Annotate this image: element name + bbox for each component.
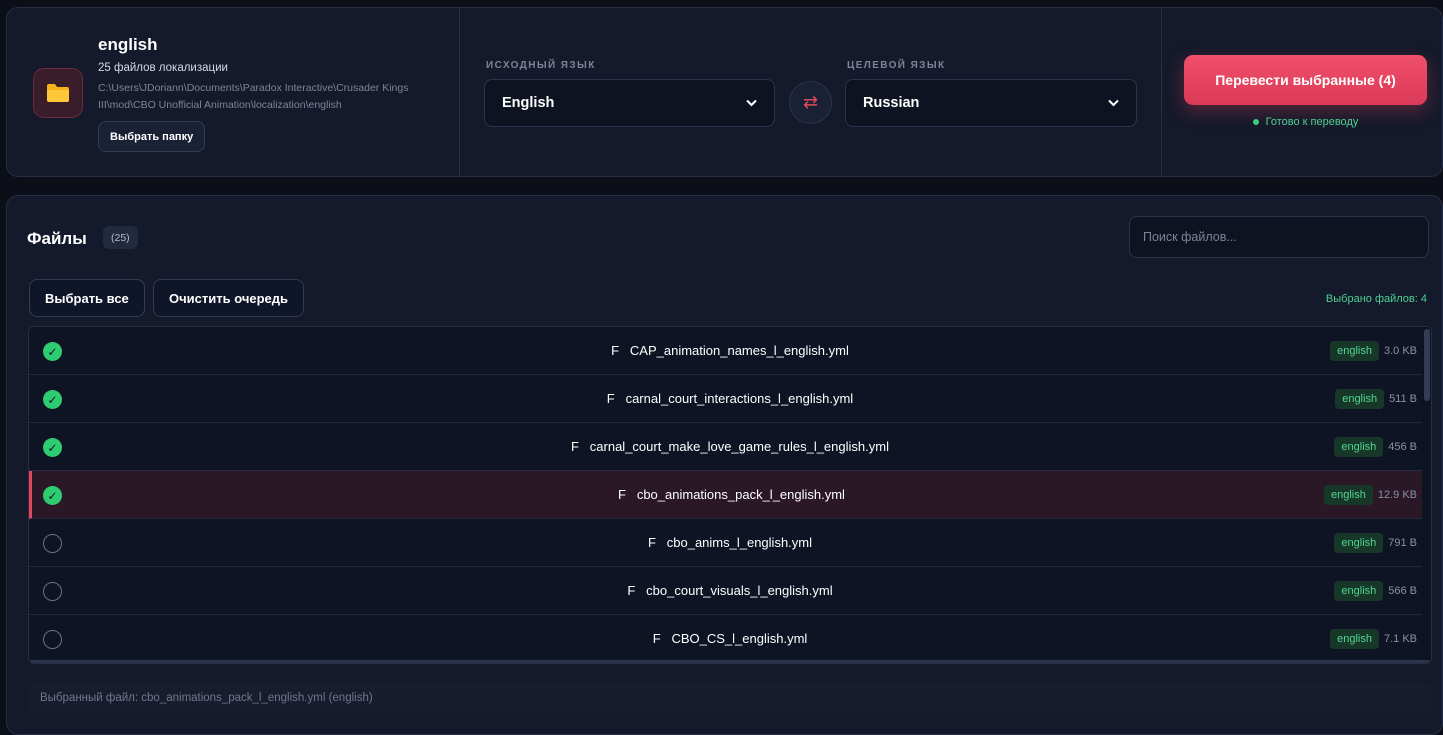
file-name: F cbo_animations_pack_l_english.yml: [618, 487, 845, 502]
file-meta: english 566 B: [1334, 581, 1417, 601]
file-name: F cbo_anims_l_english.yml: [647, 535, 813, 550]
status-dot: [1252, 119, 1259, 125]
file-meta: english 511 B: [1335, 389, 1417, 409]
file-meta: english 7.1 KB: [1330, 629, 1417, 649]
checkmark-icon[interactable]: ✓: [43, 390, 62, 409]
file-language-tag: english: [1330, 341, 1379, 361]
file-name: F CAP_animation_names_l_english.yml: [611, 343, 849, 358]
file-language-tag: english: [1330, 629, 1379, 649]
file-meta: english 12.9 KB: [1324, 485, 1417, 505]
folder-name: english: [98, 35, 158, 54]
file-row[interactable]: F CBO_CS_l_english.yml english 7.1 KB: [29, 615, 1431, 663]
select-all-button[interactable]: Выбрать все: [29, 279, 145, 317]
status-text: Готово к переводу: [1265, 116, 1359, 128]
file-size: 566 B: [1388, 585, 1417, 597]
target-language-label: ЦЕЛЕВОЙ ЯЗЫК: [847, 60, 946, 71]
source-language-select[interactable]: English: [484, 79, 775, 127]
file-size: 791 B: [1388, 537, 1417, 549]
action-section: Перевести выбранные (4) Готово к перевод…: [1162, 8, 1442, 176]
unchecked-circle-icon[interactable]: [43, 582, 62, 601]
checkmark-icon[interactable]: ✓: [43, 438, 62, 457]
selected-file-footer: Выбранный файл: cbo_animations_pack_l_en…: [28, 683, 1432, 713]
file-size: 7.1 KB: [1383, 633, 1417, 645]
checkmark-icon[interactable]: ✓: [43, 342, 62, 361]
top-panel: english 25 файлов локализации C:\Users\J…: [6, 7, 1443, 177]
file-row[interactable]: F cbo_court_visuals_l_english.yml english…: [29, 567, 1431, 615]
file-language-tag: english: [1334, 437, 1384, 457]
file-size: 3.0 KB: [1383, 345, 1417, 357]
selected-files-count: Выбрано файлов: 4: [1325, 293, 1427, 305]
target-language-value: Russian: [863, 95, 920, 111]
swap-languages-button[interactable]: ⇄: [789, 81, 832, 124]
chevron-down-icon: [746, 99, 757, 107]
folder-section: english 25 файлов локализации C:\Users\J…: [7, 8, 460, 176]
file-meta: english 456 B: [1334, 437, 1417, 457]
folder-path: C:\Users\JDoriann\Documents\Paradox Inte…: [98, 82, 409, 111]
file-name: F CBO_CS_l_english.yml: [652, 631, 808, 646]
files-title: Файлы: [27, 229, 87, 248]
file-size: 511 B: [1389, 393, 1417, 405]
file-list: ✓ F CAP_animation_names_l_english.yml engl…: [28, 326, 1432, 664]
file-language-tag: english: [1334, 581, 1384, 601]
choose-folder-button[interactable]: Выбрать папку: [98, 121, 206, 152]
file-row[interactable]: ✓ F carnal_court_interactions_l_english.y…: [29, 375, 1431, 423]
checkmark-icon[interactable]: ✓: [43, 486, 62, 505]
files-count-badge: (25): [103, 226, 138, 249]
search-files-input[interactable]: [1129, 216, 1429, 258]
horizontal-scrollbar[interactable]: [29, 660, 1431, 663]
file-size: 456 B: [1388, 441, 1417, 453]
file-name: F carnal_court_interactions_l_english.ym…: [606, 391, 854, 406]
source-language-label: ИСХОДНЫЙ ЯЗЫК: [486, 60, 596, 71]
folder-file-count: 25 файлов локализации: [98, 62, 228, 74]
target-language-select[interactable]: Russian: [845, 79, 1137, 127]
file-row[interactable]: ✓ F carnal_court_make_love_game_rules_l_e…: [29, 423, 1431, 471]
file-size: 12.9 KB: [1377, 489, 1417, 501]
language-section: ИСХОДНЫЙ ЯЗЫК English ⇄ ЦЕЛЕВОЙ ЯЗЫК Rus…: [460, 8, 1162, 176]
status-indicator: Готово к переводу: [1184, 116, 1427, 128]
file-row[interactable]: ✓ F cbo_animations_pack_l_english.yml engl…: [29, 471, 1431, 519]
file-row[interactable]: F cbo_anims_l_english.yml english 791 B: [29, 519, 1431, 567]
file-meta: english 791 B: [1334, 533, 1417, 553]
file-language-tag: english: [1324, 485, 1373, 505]
scrollbar[interactable]: [1422, 327, 1431, 663]
clear-queue-button[interactable]: Очистить очередь: [153, 279, 305, 317]
files-panel: Файлы (25) Выбрать все Очистить очередь …: [6, 195, 1443, 735]
file-name: F carnal_court_make_love_game_rules_l_en…: [571, 439, 889, 454]
unchecked-circle-icon[interactable]: [43, 534, 62, 553]
file-row[interactable]: ✓ F CAP_animation_names_l_english.yml engl…: [29, 327, 1431, 375]
file-name: F cbo_court_visuals_l_english.yml: [627, 583, 833, 598]
source-language-value: English: [502, 95, 555, 111]
file-meta: english 3.0 KB: [1330, 341, 1417, 361]
scrollbar-thumb[interactable]: [1424, 329, 1430, 401]
unchecked-circle-icon[interactable]: [43, 630, 62, 649]
translate-selected-button[interactable]: Перевести выбранные (4): [1184, 55, 1427, 105]
swap-icon: ⇄: [802, 92, 819, 112]
file-language-tag: english: [1335, 389, 1385, 409]
chevron-down-icon: [1108, 99, 1119, 107]
file-language-tag: english: [1334, 533, 1384, 553]
folder-icon: [33, 68, 83, 118]
